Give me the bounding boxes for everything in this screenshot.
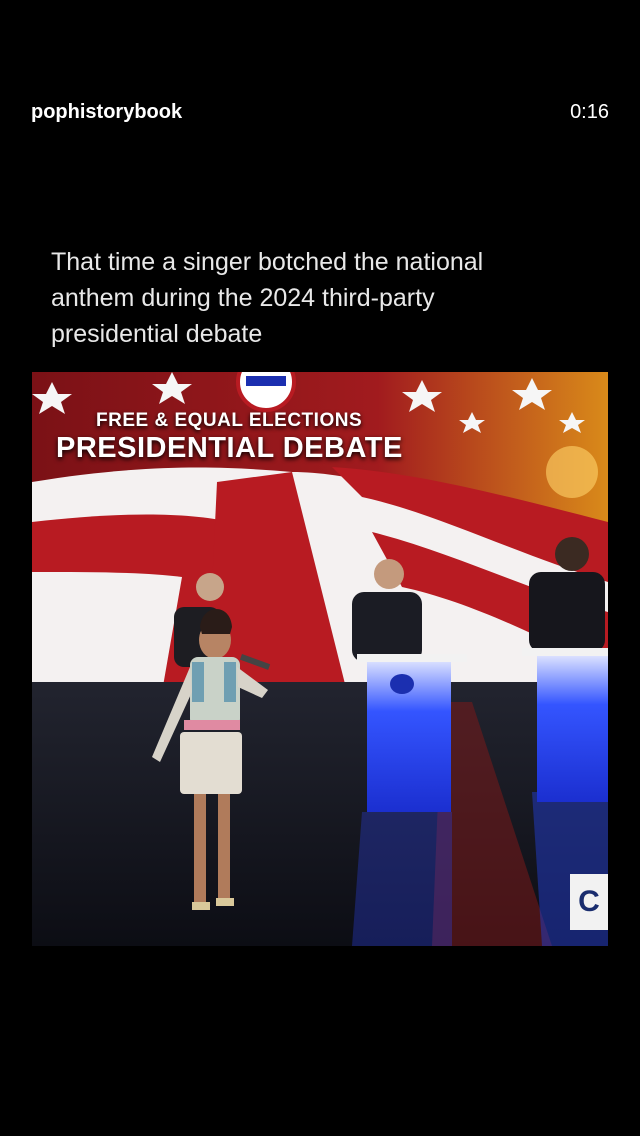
post-caption: That time a singer botched the national … <box>51 248 484 348</box>
video-overlay-title: PRESIDENTIAL DEBATE <box>56 432 403 464</box>
username[interactable]: pophistorybook <box>31 101 182 124</box>
video-overlay-subtitle: FREE & EQUAL ELECTIONS <box>96 410 363 431</box>
post-header: pophistorybook 0:16 <box>0 95 640 131</box>
channel-logo-badge: C <box>570 874 608 930</box>
video-timer: 0:16 <box>570 101 609 123</box>
video-player[interactable]: FREE & EQUAL ELECTIONS PRESIDENTIAL DEBA… <box>32 372 608 946</box>
